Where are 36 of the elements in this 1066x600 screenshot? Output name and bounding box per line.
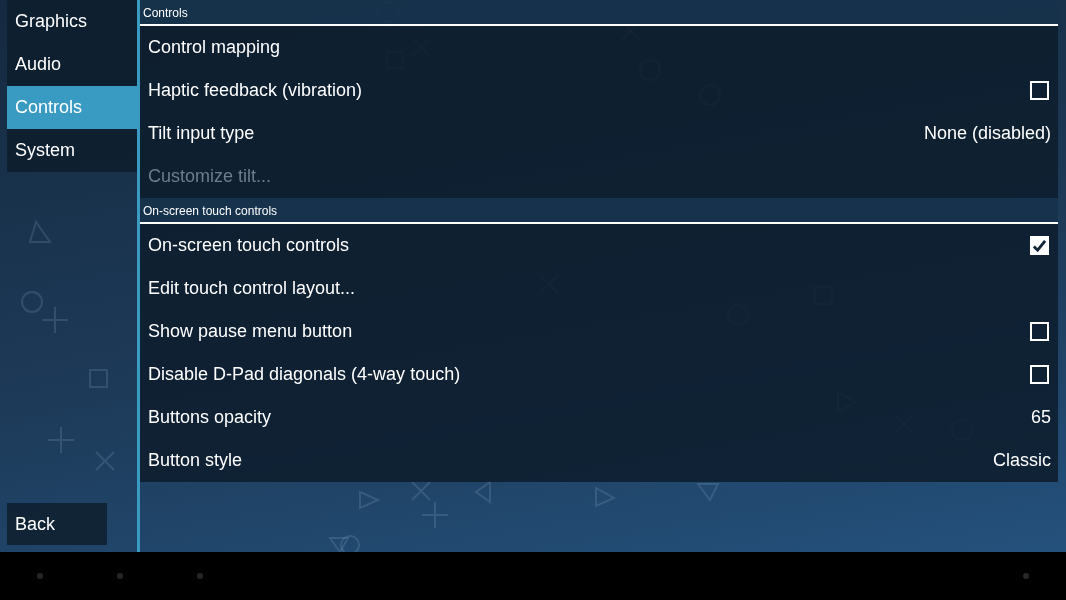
setting-value: None (disabled) [923,123,1051,144]
checkbox[interactable] [1030,236,1049,255]
setting-label: Haptic feedback (vibration) [148,80,363,101]
sidebar-tab[interactable]: System [7,129,137,172]
setting-label: Control mapping [148,37,281,58]
nav-dot[interactable] [37,573,43,579]
setting-row[interactable]: On-screen touch controls [140,224,1058,267]
setting-label: Edit touch control layout... [148,278,356,299]
back-button[interactable]: Back [7,503,107,545]
setting-label: On-screen touch controls [148,235,350,256]
setting-row[interactable]: Haptic feedback (vibration) [140,69,1058,112]
checkbox[interactable] [1030,322,1049,341]
checkbox[interactable] [1030,81,1049,100]
setting-label: Button style [148,450,243,471]
nav-dot[interactable] [197,573,203,579]
setting-row[interactable]: Button style Classic [140,439,1058,482]
sidebar-tab[interactable]: Audio [7,43,137,86]
setting-label: Tilt input type [148,123,255,144]
setting-label: Show pause menu button [148,321,353,342]
setting-value: 65 [1030,407,1051,428]
section-header: Controls [140,0,1058,26]
setting-label: Disable D-Pad diagonals (4-way touch) [148,364,461,385]
nav-dot[interactable] [1023,573,1029,579]
setting-row[interactable]: Disable D-Pad diagonals (4-way touch) [140,353,1058,396]
setting-row[interactable]: Show pause menu button [140,310,1058,353]
sidebar-tab[interactable]: Graphics [7,0,137,43]
section-header: On-screen touch controls [140,198,1058,224]
setting-row[interactable]: Edit touch control layout... [140,267,1058,310]
nav-dot[interactable] [117,573,123,579]
checkbox[interactable] [1030,365,1049,384]
setting-label: Customize tilt... [148,166,272,187]
setting-label: Buttons opacity [148,407,272,428]
setting-row[interactable]: Control mapping [140,26,1058,69]
setting-row[interactable]: Tilt input type None (disabled) [140,112,1058,155]
setting-row[interactable]: Buttons opacity 65 [140,396,1058,439]
setting-value: Classic [993,450,1051,471]
